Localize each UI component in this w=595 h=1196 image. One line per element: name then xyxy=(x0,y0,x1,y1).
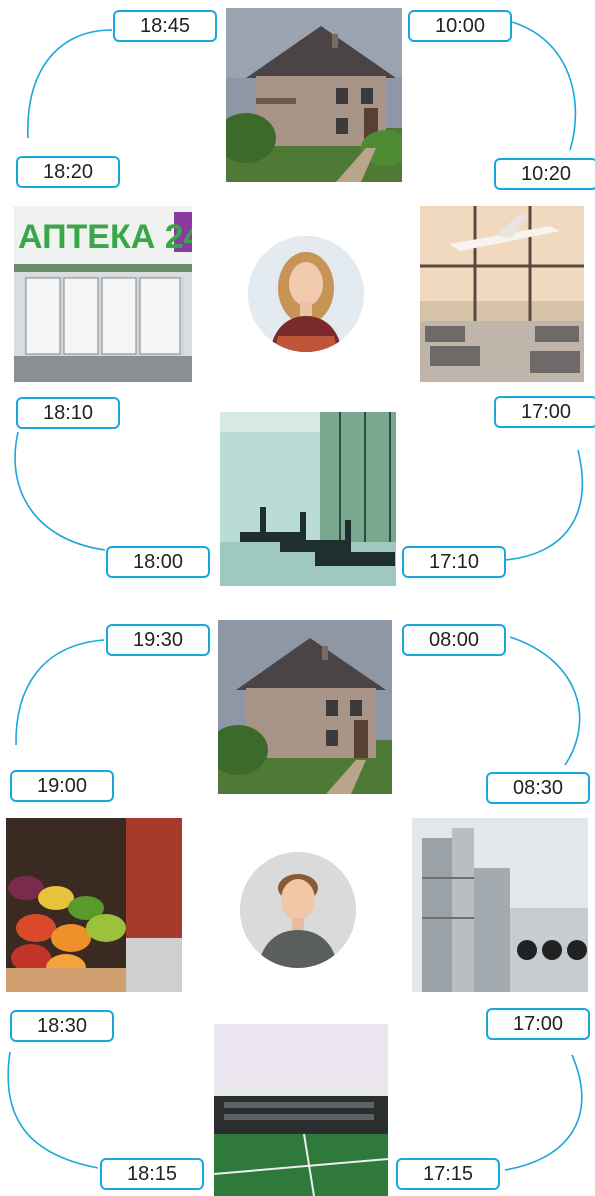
boy-avatar xyxy=(240,852,356,968)
time-label-airport-bottom: 17:00 xyxy=(494,396,595,428)
airport-photo-icon xyxy=(420,206,584,382)
house-photo-top xyxy=(226,8,402,182)
time-label-airport-top: 10:20 xyxy=(494,158,595,190)
gym-photo-icon xyxy=(220,412,396,586)
time-label-gym-left: 18:00 xyxy=(106,546,210,578)
airport-photo xyxy=(420,206,584,382)
curve-pharmacy-to-gym xyxy=(14,431,106,551)
boy-avatar-icon xyxy=(240,852,356,968)
time-label-pharmacy-bottom: 18:10 xyxy=(16,397,120,429)
time-label-stadium-right: 17:15 xyxy=(396,1158,500,1190)
time-label-home-arrive: 10:00 xyxy=(408,10,512,42)
time-label-factory-bottom: 17:00 xyxy=(486,1008,590,1040)
market-photo-icon xyxy=(6,818,182,992)
time-label-stadium-left: 18:15 xyxy=(100,1158,204,1190)
curve-factory-to-stadium xyxy=(504,1054,583,1171)
curve-home-to-market xyxy=(15,639,105,746)
factory-photo-icon xyxy=(412,818,588,992)
time-label-pharmacy-top: 18:20 xyxy=(16,156,120,188)
time-label-home-left: 19:30 xyxy=(106,624,210,656)
pharmacy-photo: АПТЕКА 24 xyxy=(14,206,192,382)
stadium-photo-icon xyxy=(214,1024,388,1196)
curve-home-to-airport xyxy=(511,21,577,151)
time-label-home-right: 08:00 xyxy=(402,624,506,656)
gym-photo xyxy=(220,412,396,586)
curve-airport-to-gym xyxy=(504,449,583,561)
time-label-home-leave: 18:45 xyxy=(113,10,217,42)
stadium-photo xyxy=(214,1024,388,1196)
house-photo-icon xyxy=(226,8,402,182)
girl-avatar-icon xyxy=(248,236,364,352)
house-photo-icon xyxy=(218,620,392,794)
girl-avatar xyxy=(248,236,364,352)
pharmacy-sign: АПТЕКА 24 xyxy=(18,218,192,256)
curve-market-to-stadium xyxy=(7,1051,99,1169)
time-label-factory-top: 08:30 xyxy=(486,772,590,804)
factory-photo xyxy=(412,818,588,992)
house-photo-bottom xyxy=(218,620,392,794)
time-label-gym-right: 17:10 xyxy=(402,546,506,578)
time-label-market-bottom: 18:30 xyxy=(10,1010,114,1042)
time-label-market-top: 19:00 xyxy=(10,770,114,802)
curve-home-to-pharmacy xyxy=(27,29,113,139)
curve-home-to-factory xyxy=(509,636,581,766)
market-photo xyxy=(6,818,182,992)
